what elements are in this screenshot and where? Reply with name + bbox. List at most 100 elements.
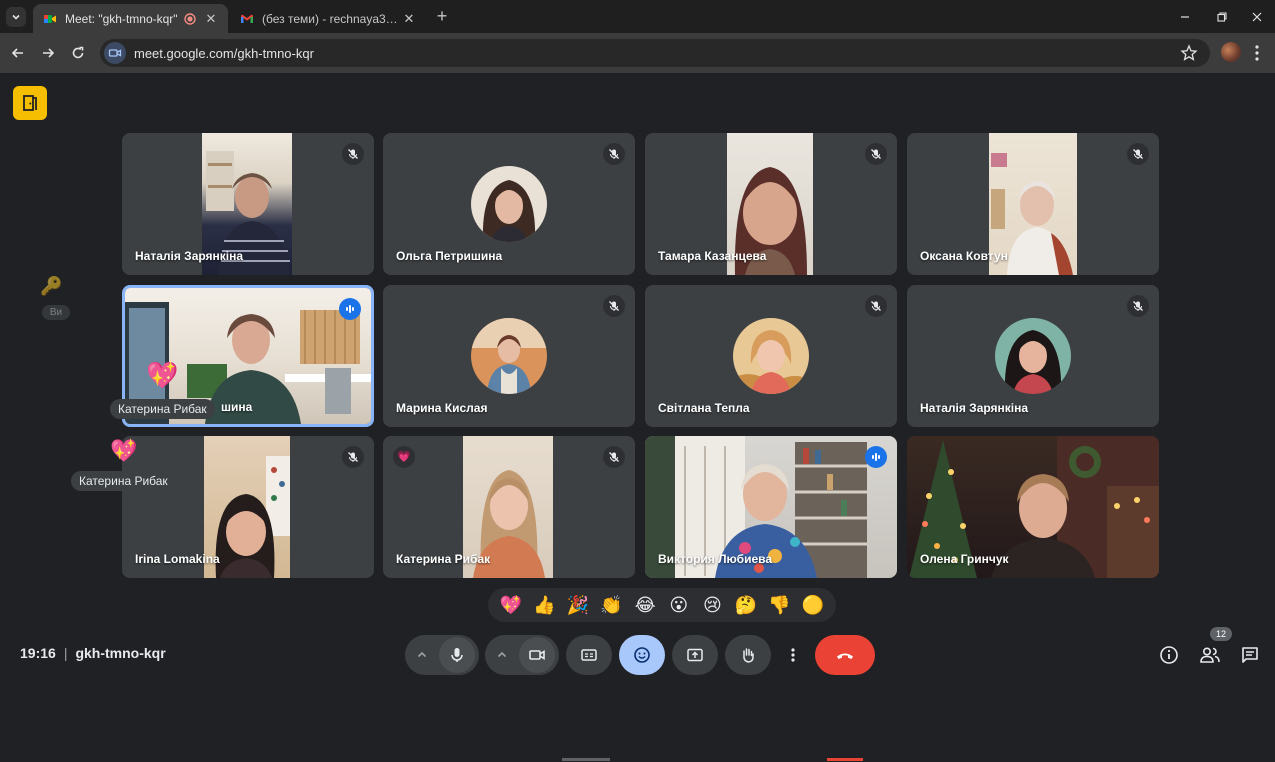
reactions-button[interactable] (619, 635, 665, 675)
participant-tile[interactable]: Наталія Зарянкіна (907, 285, 1159, 427)
participant-tile[interactable]: Виктория Любиева (645, 436, 897, 578)
new-tab-button[interactable]: + (432, 7, 452, 27)
mic-off-icon (609, 452, 619, 462)
chevron-up-icon[interactable] (415, 648, 429, 662)
door-icon (23, 95, 37, 111)
participant-name: Світлана Тепла (658, 401, 750, 415)
chevron-up-icon[interactable] (495, 648, 509, 662)
chat-icon (1242, 647, 1258, 663)
forward-button[interactable] (37, 42, 59, 64)
reaction-sender-name: Катерина Рибак (71, 471, 176, 491)
camera-button[interactable] (519, 637, 555, 673)
minimize-button[interactable] (1174, 6, 1196, 28)
video-camera-icon (529, 650, 545, 660)
mic-off-button[interactable] (1127, 295, 1149, 317)
call-end-icon (837, 653, 853, 659)
participant-tile[interactable]: Irina Lomakina (122, 436, 374, 578)
reaction-surprised[interactable]: 😮 (666, 595, 692, 616)
mic-off-button[interactable] (342, 446, 364, 468)
mic-off-button[interactable] (603, 446, 625, 468)
participant-tile[interactable]: 💗 Катерина Рибак (383, 436, 635, 578)
people-icon (1200, 647, 1220, 663)
profile-avatar[interactable] (1221, 42, 1241, 62)
meet-addon-button[interactable] (13, 86, 47, 120)
address-bar[interactable]: meet.google.com/gkh-tmno-kqr (100, 39, 1210, 67)
people-button[interactable] (1198, 643, 1222, 667)
meeting-details-button[interactable] (1157, 643, 1181, 667)
mic-off-button[interactable] (865, 143, 887, 165)
avatar-image (733, 318, 809, 394)
reload-button[interactable] (67, 42, 89, 64)
reaction-sparkling-heart[interactable]: 💖 (498, 595, 524, 616)
participant-tile[interactable]: Олена Гринчук (907, 436, 1159, 578)
restore-icon (1217, 12, 1227, 22)
tab-search-button[interactable] (6, 7, 26, 27)
captions-button[interactable] (566, 635, 612, 675)
mic-off-button[interactable] (865, 295, 887, 317)
mic-icon (451, 648, 463, 662)
mic-off-icon (1133, 149, 1143, 159)
tab-close-icon[interactable]: ✕ (402, 11, 416, 26)
present-screen-button[interactable] (672, 635, 718, 675)
url-text: meet.google.com/gkh-tmno-kqr (134, 45, 314, 61)
info-icon (1160, 646, 1178, 664)
mic-off-icon (609, 149, 619, 159)
tab-close-icon[interactable]: ✕ (204, 11, 218, 26)
participant-name: Ольга Петришина (396, 249, 503, 263)
more-vert-icon[interactable] (1251, 43, 1263, 63)
chat-button[interactable] (1238, 643, 1262, 667)
site-info-icon[interactable] (104, 42, 126, 64)
bookmark-star-icon[interactable] (1180, 44, 1198, 62)
participant-name: Виктория Любиева (658, 552, 773, 566)
meet-stage: 🔑 Ви Наталія Зарянкіна Ольга Петришина Т… (0, 73, 1275, 761)
participant-avatar (471, 318, 547, 394)
reaction-trail-icon: 🔑 (40, 276, 63, 296)
participant-tile[interactable]: Ольга Петришина (383, 133, 635, 275)
mic-off-icon (348, 149, 358, 159)
reaction-badge: 💗 (393, 446, 415, 468)
recording-icon (184, 12, 196, 25)
camera-control-group (485, 635, 559, 675)
more-vert-icon (791, 648, 795, 662)
participant-name: Наталія Зарянкіна (920, 401, 1029, 415)
raise-hand-button[interactable] (725, 635, 771, 675)
participant-name: Марина Кислая (396, 401, 488, 415)
mic-control-group (405, 635, 479, 675)
participant-tile[interactable]: Марина Кислая (383, 285, 635, 427)
mic-button[interactable] (439, 637, 475, 673)
participant-tile[interactable]: Оксана Ковтун (907, 133, 1159, 275)
meet-icon (44, 14, 56, 23)
reaction-thumbs-up[interactable]: 👍 (531, 595, 557, 616)
reaction-party-popper[interactable]: 🎉 (565, 595, 591, 616)
reaction-crying[interactable]: 😢 (699, 595, 725, 616)
reaction-sender-name: Катерина Рибак (110, 399, 215, 419)
mic-off-button[interactable] (1127, 143, 1149, 165)
reaction-clapping[interactable]: 👏 (599, 595, 625, 616)
participant-tile[interactable]: Тамара Казанцева (645, 133, 897, 275)
participant-tile[interactable]: Наталія Зарянкіна (122, 133, 374, 275)
reaction-skin-tone[interactable]: 🟡 (800, 595, 826, 616)
more-options-button[interactable] (778, 635, 808, 675)
reaction-laughing[interactable]: 😂 (632, 595, 658, 616)
restore-button[interactable] (1211, 6, 1233, 28)
hand-icon (743, 648, 754, 663)
mic-off-button[interactable] (603, 143, 625, 165)
participant-tile[interactable]: Світлана Тепла (645, 285, 897, 427)
mic-off-button[interactable] (342, 143, 364, 165)
mic-off-icon (1133, 301, 1143, 311)
avatar-image (471, 166, 547, 242)
reaction-thinking[interactable]: 🤔 (733, 595, 759, 616)
mic-off-button[interactable] (603, 295, 625, 317)
meeting-details: 19:16 | gkh-tmno-kqr (20, 645, 166, 661)
back-button[interactable] (7, 42, 29, 64)
minimize-icon (1181, 16, 1189, 18)
reaction-thumbs-down[interactable]: 👎 (767, 595, 793, 616)
tab-gmail[interactable]: (без теми) - rechnaya31@gmail.com ✕ (230, 4, 426, 33)
present-to-all-icon (687, 648, 703, 662)
participant-name: Irina Lomakina (135, 552, 220, 566)
close-window-button[interactable] (1246, 6, 1268, 28)
tab-meet[interactable]: Meet: "gkh-tmno-kqr" ✕ (33, 4, 228, 33)
audio-indicator (339, 298, 361, 320)
leave-call-button[interactable] (815, 635, 875, 675)
participant-avatar (733, 318, 809, 394)
